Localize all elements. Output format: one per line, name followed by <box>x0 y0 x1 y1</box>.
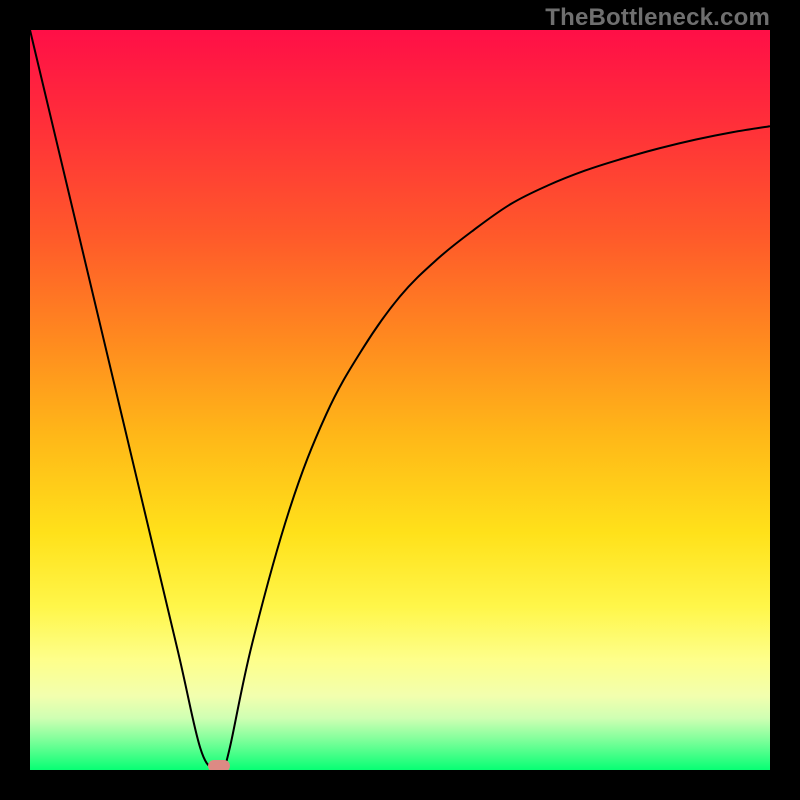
chart-frame: TheBottleneck.com <box>0 0 800 800</box>
watermark-label: TheBottleneck.com <box>545 4 770 32</box>
plot-area <box>30 30 770 770</box>
minimum-marker <box>208 760 230 770</box>
bottleneck-curve <box>30 30 770 770</box>
